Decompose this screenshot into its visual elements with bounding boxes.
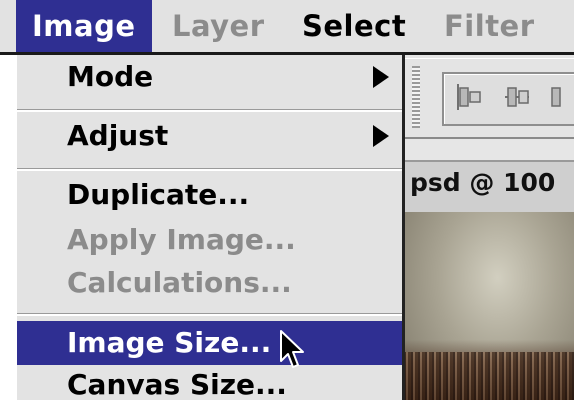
menu-item-label: Calculations... <box>67 266 292 299</box>
menu-item-calculations: Calculations... <box>17 263 402 303</box>
align-center-icon[interactable] <box>504 82 530 112</box>
menu-item-label: Apply Image... <box>67 223 296 256</box>
mouse-pointer-icon <box>280 330 304 368</box>
menu-item-label: Canvas Size... <box>67 368 287 401</box>
menu-item-canvas-size[interactable]: Canvas Size... <box>17 365 402 405</box>
menu-image[interactable]: Image <box>16 0 152 52</box>
align-left-icon[interactable] <box>456 82 482 112</box>
menu-select[interactable]: Select <box>302 0 406 52</box>
document-title: psd @ 100 <box>410 168 556 197</box>
align-extra-icon[interactable] <box>548 82 574 112</box>
menu-item-apply-image: Apply Image... <box>17 220 402 260</box>
canvas-image-detail <box>404 352 574 400</box>
menu-separator <box>17 109 402 112</box>
document-title-bar[interactable]: psd @ 100 <box>404 160 574 214</box>
menu-separator <box>17 168 402 171</box>
menu-item-adjust[interactable]: Adjust <box>17 116 402 156</box>
menu-item-label: Mode <box>67 60 154 93</box>
menu-layer[interactable]: Layer <box>172 0 265 52</box>
menu-item-mode[interactable]: Mode <box>17 57 402 97</box>
menu-item-image-size[interactable]: Image Size... <box>17 321 402 365</box>
menu-separator <box>17 313 402 316</box>
menu-item-duplicate[interactable]: Duplicate... <box>17 175 402 215</box>
submenu-arrow-icon <box>373 125 389 147</box>
menu-item-label: Adjust <box>67 119 169 152</box>
menu-filter[interactable]: Filter <box>444 0 535 52</box>
submenu-arrow-icon <box>373 66 389 88</box>
options-bar-grip[interactable] <box>412 66 420 128</box>
image-menu-dropdown: Mode Adjust Duplicate... Apply Image... … <box>16 55 405 401</box>
menu-item-label: Image Size... <box>67 326 272 359</box>
menu-bar: Image Layer Select Filter <box>0 0 574 55</box>
menu-item-label: Duplicate... <box>67 178 250 211</box>
